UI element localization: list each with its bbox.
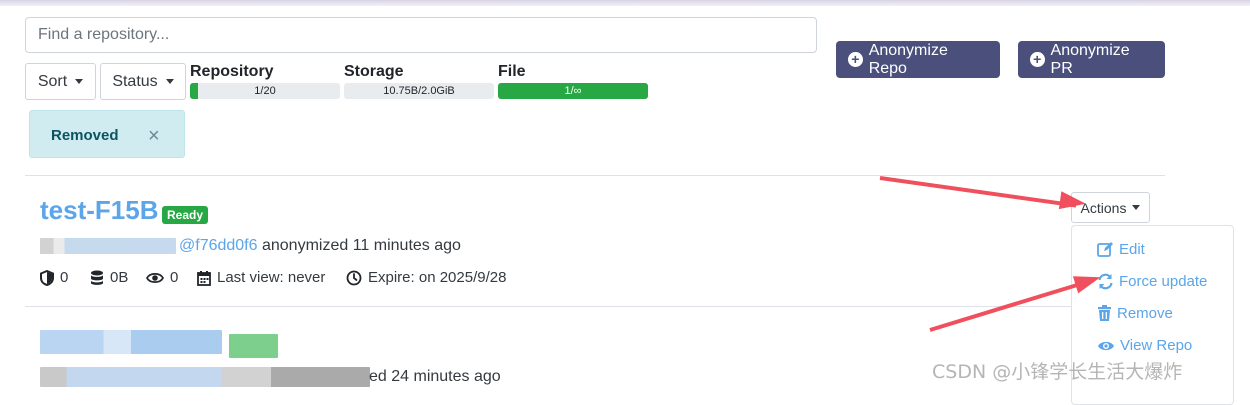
calendar-icon — [197, 270, 211, 286]
repo-meta: @f76dd0f6 anonymized 11 minutes ago — [179, 237, 461, 255]
quota-bar: 1/∞ — [498, 83, 648, 99]
stat-views: 0 — [146, 269, 178, 286]
expire-text: Expire: on 2025/9/28 — [368, 269, 507, 286]
quota-label: File — [498, 63, 526, 80]
anonymize-pr-label: Anonymize PR — [1050, 41, 1130, 77]
quota-bar: 10.75B/2.0GiB — [344, 83, 494, 99]
status-label: Status — [112, 72, 158, 90]
active-filter-removed: Removed × — [29, 110, 185, 158]
divider — [25, 175, 1165, 176]
chevron-down-icon — [75, 79, 84, 84]
status-dropdown[interactable]: Status — [100, 63, 186, 100]
database-icon — [91, 270, 103, 285]
repo-name-link[interactable]: test-F15B — [40, 195, 158, 226]
chevron-down-icon — [165, 79, 174, 84]
plus-circle-icon: + — [848, 52, 863, 67]
menu-item-label: Remove — [1117, 305, 1173, 322]
storage-value: 0B — [110, 269, 129, 286]
edit-icon — [1097, 242, 1113, 257]
quota-file: File 1/∞ — [498, 62, 648, 99]
second-status-badge — [229, 334, 278, 358]
sort-label: Sort — [37, 72, 68, 90]
actions-label: Actions — [1080, 199, 1127, 216]
quota-storage: Storage 10.75B/2.0GiB — [344, 62, 494, 99]
quota-bar: 1/20 — [190, 83, 340, 99]
eye-icon — [146, 272, 164, 283]
annotation-arrow — [879, 176, 1077, 208]
count-value: 0 — [60, 269, 69, 286]
quota-value: 10.75B/2.0GiB — [383, 85, 455, 97]
annotation-arrow-head — [1058, 191, 1088, 213]
second-repo-owner — [40, 367, 370, 387]
watermark: CSDN @小锋学长生活大爆炸 — [932, 361, 1183, 383]
clock-icon — [346, 270, 362, 285]
second-repo-meta: ed 24 minutes ago — [369, 368, 501, 385]
trash-icon — [1098, 305, 1111, 321]
top-border — [0, 0, 1250, 6]
quota-repository: Repository 1/20 — [190, 62, 340, 99]
menu-item-label: Force update — [1119, 273, 1208, 290]
status-badge: Ready — [162, 206, 209, 224]
shield-icon — [40, 269, 54, 286]
last-view-text: Last view: never — [217, 269, 326, 286]
anonymize-repo-button[interactable]: + Anonymize Repo — [836, 41, 1000, 78]
divider — [25, 306, 1165, 307]
menu-item-view-repo[interactable]: View Repo — [1097, 337, 1192, 354]
menu-item-edit[interactable]: Edit — [1097, 241, 1145, 258]
menu-item-label: Edit — [1119, 241, 1145, 258]
menu-item-remove[interactable]: Remove — [1097, 305, 1173, 322]
views-value: 0 — [170, 269, 179, 286]
quota-value: 1/∞ — [564, 85, 582, 97]
stat-last-view: Last view: never — [197, 269, 325, 286]
owner-avatar — [40, 238, 176, 254]
plus-circle-icon: + — [1030, 52, 1045, 67]
menu-item-label: View Repo — [1120, 337, 1193, 354]
anonymize-repo-label: Anonymize Repo — [868, 41, 948, 77]
stat-storage: 0B — [90, 269, 128, 286]
anonymized-time: anonymized 11 minutes ago — [261, 237, 461, 254]
eye-icon — [1098, 341, 1114, 350]
filter-label: Removed — [51, 127, 119, 144]
stat-count: 0 — [40, 269, 68, 286]
close-icon[interactable]: × — [148, 125, 160, 148]
commit-link[interactable]: @f76dd0f6 — [179, 237, 258, 254]
quota-label: Repository — [190, 63, 274, 80]
quota-label: Storage — [344, 63, 404, 80]
menu-item-force-update[interactable]: Force update — [1097, 273, 1207, 290]
sort-dropdown[interactable]: Sort — [25, 63, 96, 100]
second-repo-name[interactable] — [40, 330, 222, 354]
stat-expire: Expire: on 2025/9/28 — [346, 269, 506, 286]
chevron-down-icon — [1132, 205, 1141, 210]
anonymize-pr-button[interactable]: + Anonymize PR — [1018, 41, 1165, 78]
quota-value: 1/20 — [254, 85, 276, 97]
search-input[interactable] — [25, 17, 817, 53]
